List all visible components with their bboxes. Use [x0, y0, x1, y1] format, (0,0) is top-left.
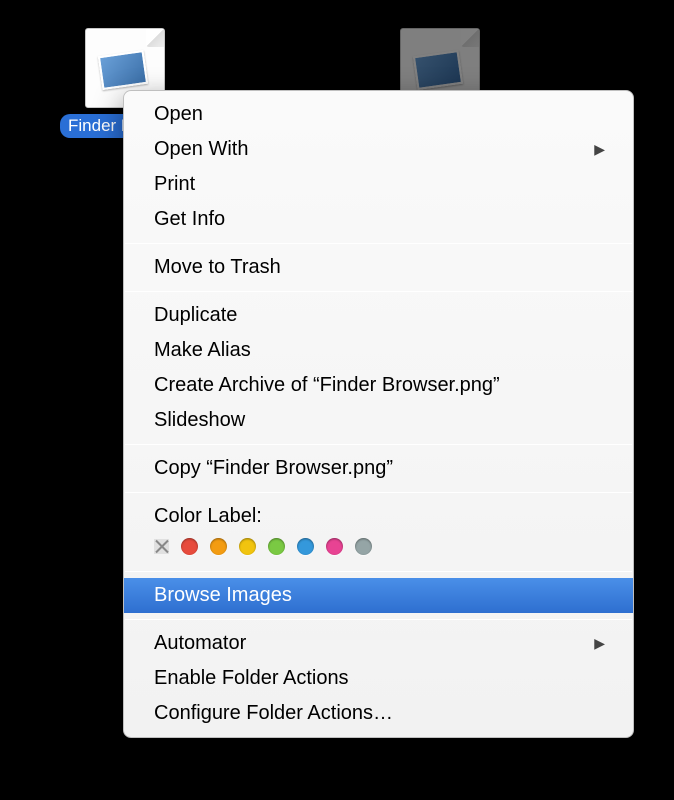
color-swatch-blue[interactable] [297, 538, 314, 555]
menu-item-move-to-trash[interactable]: Move to Trash [124, 250, 633, 285]
color-swatch-red[interactable] [181, 538, 198, 555]
file-thumbnail [98, 50, 148, 90]
file-thumbnail [413, 50, 463, 90]
submenu-arrow-icon: ▶ [594, 633, 605, 653]
menu-item-get-info[interactable]: Get Info [124, 202, 633, 237]
menu-item-enable-folder-actions[interactable]: Enable Folder Actions [124, 661, 633, 696]
menu-item-label: Copy “Finder Browser.png” [154, 454, 393, 483]
color-swatch-orange[interactable] [210, 538, 227, 555]
menu-separator [125, 571, 632, 572]
menu-item-open[interactable]: Open [124, 97, 633, 132]
menu-item-label: Configure Folder Actions… [154, 699, 393, 728]
color-swatch-magenta[interactable] [326, 538, 343, 555]
menu-item-label: Duplicate [154, 301, 237, 330]
menu-item-label: Open With [154, 135, 248, 164]
menu-item-make-alias[interactable]: Make Alias [124, 333, 633, 368]
menu-separator [125, 619, 632, 620]
color-swatch-gray[interactable] [355, 538, 372, 555]
menu-item-open-with[interactable]: Open With ▶ [124, 132, 633, 167]
menu-item-label: Move to Trash [154, 253, 281, 282]
menu-item-copy[interactable]: Copy “Finder Browser.png” [124, 451, 633, 486]
menu-item-label: Open [154, 100, 203, 129]
menu-item-label: Make Alias [154, 336, 251, 365]
menu-item-label: Print [154, 170, 195, 199]
menu-item-duplicate[interactable]: Duplicate [124, 298, 633, 333]
submenu-arrow-icon: ▶ [594, 139, 605, 159]
menu-item-label: Get Info [154, 205, 225, 234]
menu-item-automator[interactable]: Automator ▶ [124, 626, 633, 661]
color-label-swatches [124, 534, 633, 565]
menu-item-label: Slideshow [154, 406, 245, 435]
menu-item-label: Browse Images [154, 581, 292, 610]
menu-item-label: Enable Folder Actions [154, 664, 349, 693]
menu-item-browse-images[interactable]: Browse Images [124, 578, 633, 613]
menu-item-label: Color Label: [154, 502, 262, 531]
menu-item-create-archive[interactable]: Create Archive of “Finder Browser.png” [124, 368, 633, 403]
menu-item-print[interactable]: Print [124, 167, 633, 202]
menu-separator [125, 444, 632, 445]
menu-item-label: Create Archive of “Finder Browser.png” [154, 371, 500, 400]
color-swatch-none[interactable] [154, 539, 169, 554]
context-menu: Open Open With ▶ Print Get Info Move to … [123, 90, 634, 738]
menu-item-color-label: Color Label: [124, 499, 633, 534]
menu-item-label: Automator [154, 629, 246, 658]
menu-item-configure-folder-actions[interactable]: Configure Folder Actions… [124, 696, 633, 731]
color-swatch-green[interactable] [268, 538, 285, 555]
color-swatch-yellow[interactable] [239, 538, 256, 555]
menu-separator [125, 291, 632, 292]
menu-separator [125, 243, 632, 244]
menu-separator [125, 492, 632, 493]
menu-item-slideshow[interactable]: Slideshow [124, 403, 633, 438]
